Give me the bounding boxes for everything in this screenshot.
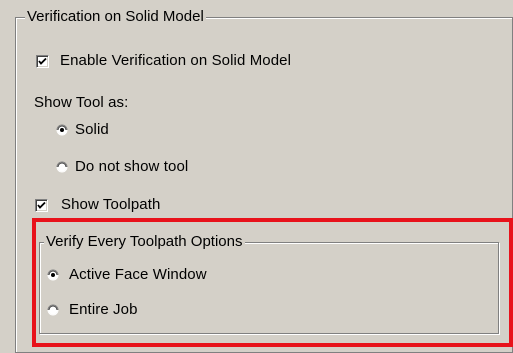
show-toolpath-checkbox-box[interactable] — [35, 199, 48, 212]
verification-group-caption: Verification on Solid Model — [25, 8, 206, 26]
radio-unselected-icon[interactable] — [56, 161, 68, 173]
tool-option-solid-label: Solid — [75, 121, 109, 138]
enable-verification-checkbox-box[interactable] — [36, 55, 49, 68]
show-tool-as-label: Show Tool as: — [34, 94, 129, 111]
checkmark-icon — [38, 57, 47, 65]
checkmark-icon — [37, 201, 46, 209]
tool-option-hide-label: Do not show tool — [75, 158, 189, 175]
enable-verification-label: Enable Verification on Solid Model — [60, 52, 292, 69]
show-toolpath-label: Show Toolpath — [61, 196, 161, 213]
radio-selected-icon[interactable] — [56, 124, 68, 136]
highlight-frame — [32, 218, 513, 347]
